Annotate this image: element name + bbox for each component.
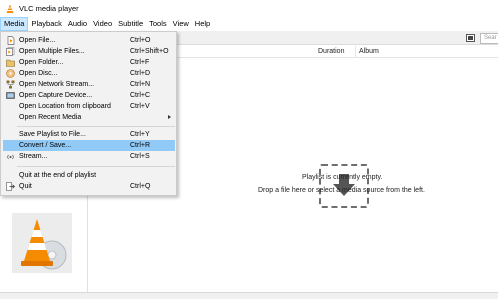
menu-item-stream[interactable]: Stream... Ctrl+S [3, 151, 175, 162]
menu-help[interactable]: Help [192, 17, 213, 31]
menu-item-open-folder[interactable]: Open Folder... Ctrl+F [3, 57, 175, 68]
menu-tools[interactable]: Tools [146, 17, 170, 31]
column-duration[interactable]: Duration [318, 46, 344, 58]
menu-media[interactable]: Media [0, 17, 29, 31]
menu-item-quit[interactable]: Quit Ctrl+Q [3, 181, 175, 192]
menu-subtitle[interactable]: Subtitle [115, 17, 146, 31]
title-bar: VLC media player [0, 0, 498, 17]
menu-item-open-location-clipboard[interactable]: Open Location from clipboard Ctrl+V [3, 101, 175, 112]
search-input[interactable]: Sear [480, 33, 498, 44]
menu-item-open-capture-device[interactable]: Open Capture Device... Ctrl+C [3, 90, 175, 101]
menu-item-open-multiple-files[interactable]: Open Multiple Files... Ctrl+Shift+O [3, 46, 175, 57]
menu-item-open-network-stream[interactable]: Open Network Stream... Ctrl+N [3, 79, 175, 90]
network-icon [6, 80, 15, 89]
quit-icon [6, 182, 15, 191]
drop-zone-icon [319, 164, 369, 208]
media-menu-dropdown: Open File... Ctrl+O Open Multiple Files.… [0, 31, 177, 196]
menu-item-save-playlist[interactable]: Save Playlist to File... Ctrl+Y [3, 129, 175, 140]
menu-item-open-file[interactable]: Open File... Ctrl+O [3, 35, 175, 46]
submenu-arrow-icon [168, 115, 171, 119]
playlist-empty-message: Playlist is currently empty. [302, 174, 383, 181]
open-file-icon [6, 36, 15, 45]
folder-icon [6, 58, 15, 67]
vlc-cone-art-icon [21, 219, 67, 270]
playlist-empty-hint: Drop a file here or select a media sourc… [258, 187, 425, 194]
menu-playback[interactable]: Playback [28, 17, 64, 31]
menu-item-open-disc[interactable]: Open Disc... Ctrl+D [3, 68, 175, 79]
disc-icon [6, 69, 15, 78]
menu-item-quit-end-playlist[interactable]: Quit at the end of playlist [3, 170, 175, 181]
open-multiple-files-icon [6, 47, 15, 56]
menu-item-open-recent-media[interactable]: Open Recent Media [3, 112, 175, 123]
menu-separator [17, 166, 175, 167]
window-title: VLC media player [19, 4, 79, 13]
capture-device-icon [6, 91, 15, 100]
menu-audio[interactable]: Audio [65, 17, 90, 31]
menu-video[interactable]: Video [90, 17, 115, 31]
menu-separator [17, 126, 175, 127]
column-album[interactable]: Album [355, 46, 379, 58]
vlc-cone-icon [5, 4, 15, 14]
album-art [12, 213, 72, 273]
menu-bar: Media Playback Audio Video Subtitle Tool… [0, 17, 498, 31]
menu-item-convert-save[interactable]: Convert / Save... Ctrl+R [3, 140, 175, 151]
playlist-view-icon[interactable] [466, 34, 475, 42]
stream-icon [6, 152, 15, 161]
status-bar [0, 292, 498, 299]
menu-view[interactable]: View [170, 17, 192, 31]
